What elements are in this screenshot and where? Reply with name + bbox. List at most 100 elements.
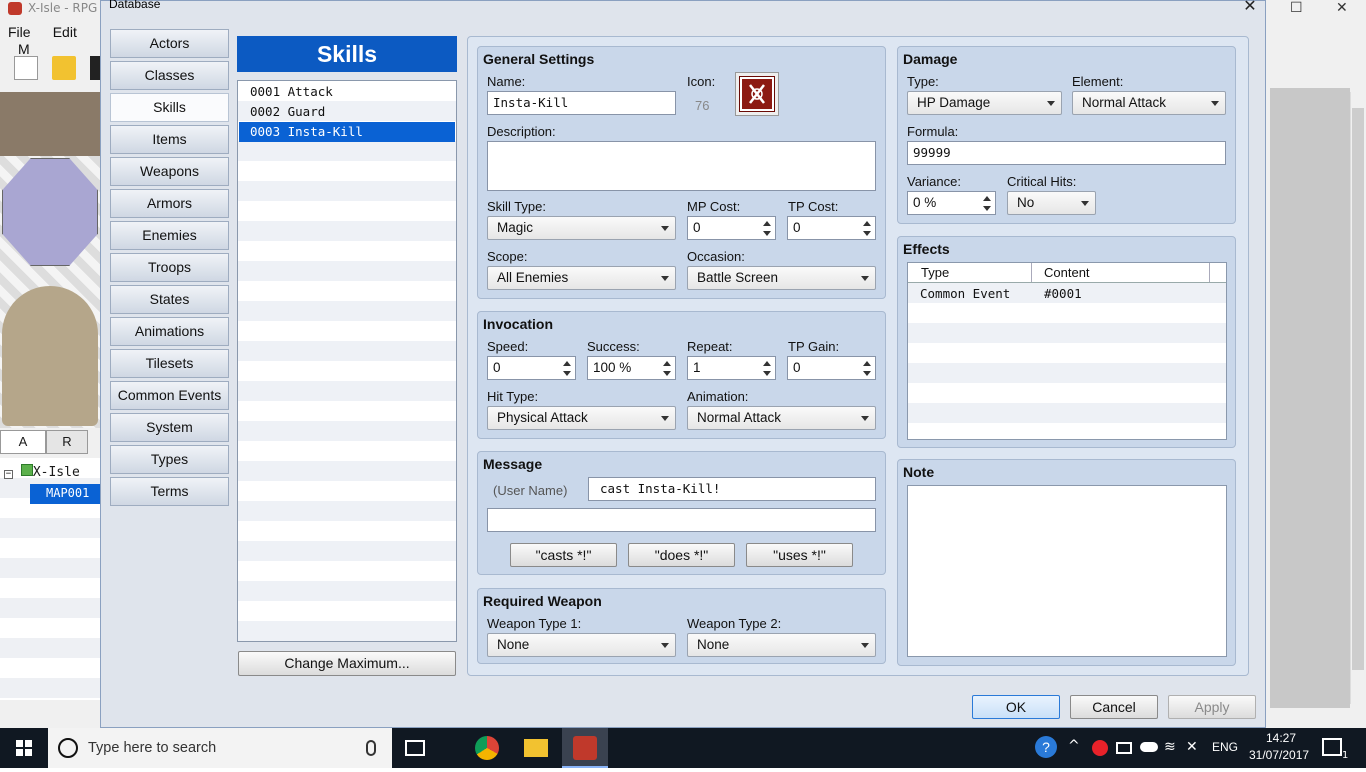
list-item[interactable]: 0001 Attack	[239, 82, 455, 102]
category-common-events[interactable]: Common Events	[110, 381, 229, 410]
category-types[interactable]: Types	[110, 445, 229, 474]
close-main-icon[interactable]: ✕	[1336, 0, 1348, 16]
message-line2-input[interactable]	[487, 508, 876, 532]
volume-muted-icon[interactable]: ✕	[1186, 739, 1198, 755]
save-icon[interactable]	[90, 56, 100, 80]
occasion-select[interactable]: Battle Screen	[687, 266, 876, 290]
tileset-tab-a[interactable]: A	[0, 430, 46, 454]
file-explorer-icon[interactable]	[524, 739, 548, 757]
spin-down-icon[interactable]	[663, 371, 671, 376]
tileset-tab-r[interactable]: R	[46, 430, 88, 454]
category-actors[interactable]: Actors	[110, 29, 229, 58]
tile-dirt[interactable]	[2, 286, 98, 426]
category-skills[interactable]: Skills	[110, 93, 229, 122]
menu-edit[interactable]: Edit	[53, 24, 77, 40]
category-classes[interactable]: Classes	[110, 61, 229, 90]
skill-list[interactable]	[237, 80, 457, 642]
new-file-icon[interactable]	[14, 56, 38, 80]
spin-down-icon[interactable]	[763, 231, 771, 236]
microphone-icon[interactable]	[366, 740, 376, 756]
column-type[interactable]: Type	[921, 265, 949, 280]
ok-button[interactable]: OK	[972, 695, 1060, 719]
skill-type-select[interactable]: Magic	[487, 216, 676, 240]
onedrive-icon[interactable]	[1140, 742, 1158, 752]
spin-down-icon[interactable]	[863, 231, 871, 236]
apply-button[interactable]: Apply	[1168, 695, 1256, 719]
scope-select[interactable]: All Enemies	[487, 266, 676, 290]
speed-stepper[interactable]: 0	[487, 356, 576, 380]
critical-hits-select[interactable]: No	[1007, 191, 1096, 215]
hit-type-select[interactable]: Physical Attack	[487, 406, 676, 430]
does-template-button[interactable]: "does *!"	[628, 543, 735, 567]
spin-up-icon[interactable]	[983, 196, 991, 201]
spin-up-icon[interactable]	[763, 361, 771, 366]
spin-down-icon[interactable]	[863, 371, 871, 376]
battery-icon[interactable]	[1116, 742, 1132, 754]
clock-time[interactable]: 14:27	[1266, 731, 1296, 745]
category-weapons[interactable]: Weapons	[110, 157, 229, 186]
dialog-close-icon[interactable]: ✕	[1238, 0, 1262, 16]
name-input[interactable]: Insta-Kill	[487, 91, 676, 115]
start-button[interactable]	[0, 728, 48, 768]
category-items[interactable]: Items	[110, 125, 229, 154]
chrome-icon[interactable]	[475, 736, 499, 760]
variance-stepper[interactable]: 0 %	[907, 191, 996, 215]
category-tilesets[interactable]: Tilesets	[110, 349, 229, 378]
notification-center-icon[interactable]	[1322, 738, 1342, 756]
list-item[interactable]: 0002 Guard	[239, 102, 455, 122]
open-folder-icon[interactable]	[52, 56, 76, 80]
menu-file[interactable]: File	[8, 24, 31, 40]
column-content[interactable]: Content	[1044, 265, 1090, 280]
column-divider[interactable]	[1031, 263, 1032, 282]
category-system[interactable]: System	[110, 413, 229, 442]
uses-template-button[interactable]: "uses *!"	[746, 543, 853, 567]
cortana-icon[interactable]	[58, 738, 78, 758]
input-language[interactable]: ENG	[1212, 740, 1238, 754]
clock-date[interactable]: 31/07/2017	[1249, 748, 1309, 762]
map-scrollbar-thumb[interactable]	[1352, 108, 1364, 670]
category-terms[interactable]: Terms	[110, 477, 229, 506]
element-select[interactable]: Normal Attack	[1072, 91, 1226, 115]
spin-up-icon[interactable]	[663, 361, 671, 366]
spin-down-icon[interactable]	[983, 206, 991, 211]
map-canvas[interactable]	[1270, 88, 1350, 708]
description-input[interactable]	[487, 141, 876, 191]
table-row[interactable]: Common Event #0001	[908, 284, 1226, 304]
category-states[interactable]: States	[110, 285, 229, 314]
formula-input[interactable]: 99999	[907, 141, 1226, 165]
tile-rock[interactable]	[0, 92, 100, 156]
collapse-icon[interactable]: −	[4, 470, 13, 479]
spin-up-icon[interactable]	[763, 221, 771, 226]
message-line1-input[interactable]: cast Insta-Kill!	[588, 477, 876, 501]
category-enemies[interactable]: Enemies	[110, 221, 229, 250]
wifi-icon[interactable]: ≋	[1164, 739, 1176, 755]
column-divider[interactable]	[1209, 263, 1210, 282]
spin-down-icon[interactable]	[563, 371, 571, 376]
mp-cost-stepper[interactable]: 0	[687, 216, 776, 240]
spin-up-icon[interactable]	[563, 361, 571, 366]
repeat-stepper[interactable]: 1	[687, 356, 776, 380]
cancel-button[interactable]: Cancel	[1070, 695, 1158, 719]
spin-down-icon[interactable]	[763, 371, 771, 376]
tp-cost-stepper[interactable]: 0	[787, 216, 876, 240]
note-textarea[interactable]	[907, 485, 1227, 657]
weapon-type-2-select[interactable]: None	[687, 633, 876, 657]
category-armors[interactable]: Armors	[110, 189, 229, 218]
maximize-icon[interactable]: ☐	[1290, 0, 1303, 16]
spin-up-icon[interactable]	[863, 221, 871, 226]
casts-template-button[interactable]: "casts *!"	[510, 543, 617, 567]
category-animations[interactable]: Animations	[110, 317, 229, 346]
antivirus-icon[interactable]	[1092, 740, 1108, 756]
tp-gain-stepper[interactable]: 0	[787, 356, 876, 380]
category-troops[interactable]: Troops	[110, 253, 229, 282]
map-tree-root[interactable]: − X-Isle	[4, 464, 80, 480]
list-item-selected[interactable]: 0003 Insta-Kill	[239, 122, 455, 142]
success-stepper[interactable]: 100 %	[587, 356, 676, 380]
damage-type-select[interactable]: HP Damage	[907, 91, 1062, 115]
task-view-icon[interactable]	[405, 740, 425, 756]
help-icon[interactable]: ?	[1035, 736, 1057, 758]
spin-up-icon[interactable]	[863, 361, 871, 366]
animation-select[interactable]: Normal Attack	[687, 406, 876, 430]
map-tree-item-map001[interactable]: MAP001	[30, 484, 100, 504]
weapon-type-1-select[interactable]: None	[487, 633, 676, 657]
